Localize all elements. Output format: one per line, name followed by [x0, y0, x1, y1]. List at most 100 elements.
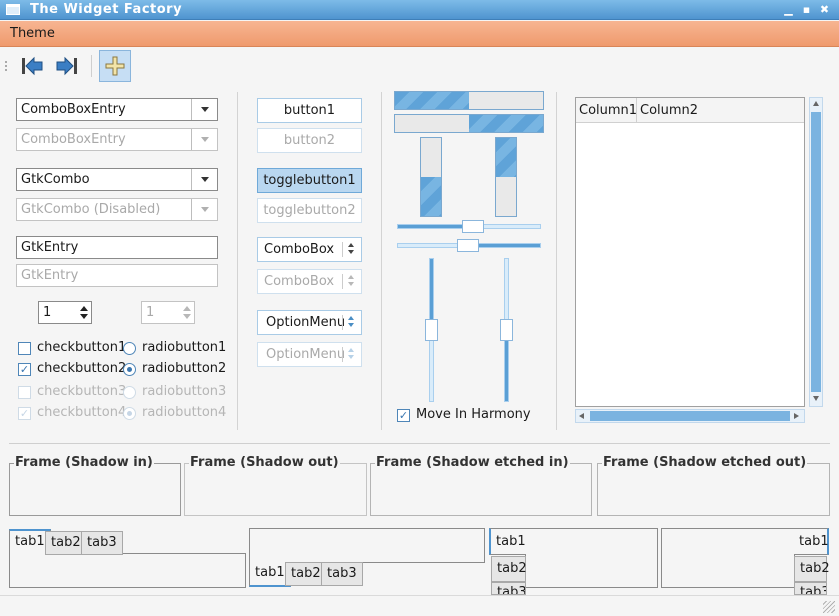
column-separator [381, 92, 382, 430]
hscale-fill [398, 225, 464, 228]
combobox-entry-disabled: ComboBoxEntry [16, 128, 218, 151]
option-menu[interactable]: OptionMenu [257, 310, 362, 335]
notebook-right-tab3[interactable]: tab3 [794, 582, 827, 595]
status-bar [0, 595, 839, 616]
hscale-1-slider[interactable] [462, 220, 484, 233]
notebook-bottom-tab3[interactable]: tab3 [321, 562, 363, 586]
combobox-disabled-text: ComboBox [264, 274, 335, 289]
button1[interactable]: button1 [257, 98, 362, 123]
column-header-2[interactable]: Column2 [637, 98, 804, 123]
close-icon[interactable]: ✖ [818, 3, 831, 16]
gtk-combo-text: GtkCombo [21, 172, 90, 187]
add-button[interactable] [99, 50, 131, 82]
gtk-combo-disabled-text: GtkCombo (Disabled) [21, 202, 161, 217]
column-separator [556, 92, 557, 430]
frame-shadow-etched-in: Frame (Shadow etched in) [370, 455, 592, 516]
frame-shadow-etched-in-label: Frame (Shadow etched in) [375, 455, 570, 470]
scroll-down-icon[interactable] [813, 396, 819, 401]
spin-button-disabled-value: 1 [146, 305, 155, 320]
gtk-entry[interactable]: GtkEntry [16, 236, 218, 259]
resize-grip-icon[interactable] [823, 601, 835, 613]
progress-bar-fill [395, 92, 469, 109]
combobox-disabled: ComboBox [257, 269, 362, 294]
scroll-left-icon[interactable] [579, 413, 584, 419]
column-header-1[interactable]: Column1 [576, 98, 637, 123]
toolbar-separator [91, 55, 92, 77]
radiobutton2-label[interactable]: radiobutton2 [142, 361, 226, 376]
spin-button[interactable]: 1 [38, 301, 92, 324]
go-last-button[interactable] [51, 50, 83, 82]
menu-theme[interactable]: Theme [10, 26, 55, 41]
vertical-scrollbar-thumb[interactable] [811, 112, 821, 392]
gtk-combo[interactable]: GtkCombo [16, 168, 218, 191]
checkbutton3-box [18, 386, 31, 399]
window-icon[interactable] [6, 4, 20, 15]
go-first-icon [22, 56, 43, 76]
maximize-icon[interactable]: ▪ [800, 3, 813, 16]
combobox[interactable]: ComboBox [257, 237, 362, 262]
notebook-left-page [525, 528, 658, 588]
notebook-right-page [661, 528, 795, 588]
gtk-entry-disabled: GtkEntry [16, 264, 218, 287]
hscale-fill [474, 244, 540, 247]
spin-up-icon[interactable] [80, 306, 88, 311]
spin-down-icon [183, 314, 191, 319]
minimize-icon[interactable]: ▁ [782, 3, 795, 16]
notebook-left-tab1[interactable]: tab1 [489, 528, 526, 555]
scroll-right-icon[interactable] [794, 413, 799, 419]
notebook-left-tab3[interactable]: tab3 [491, 582, 526, 595]
checkbutton1-box[interactable] [18, 342, 31, 355]
checkbutton3-label: checkbutton3 [37, 384, 127, 399]
move-in-harmony-checkbox[interactable]: ✓ [397, 409, 410, 422]
progress-bar-fill [469, 115, 543, 132]
horizontal-scrollbar-thumb[interactable] [590, 411, 790, 421]
vscale-1-slider[interactable] [425, 319, 438, 341]
chevron-down-icon [191, 199, 217, 220]
notebook-top-tab3[interactable]: tab3 [81, 531, 123, 555]
progress-bar-rtl [394, 114, 544, 133]
combobox-separator [342, 274, 343, 289]
vscale-2-slider[interactable] [500, 319, 513, 341]
radiobutton2-circle[interactable] [123, 363, 136, 376]
frame-shadow-in-label: Frame (Shadow in) [14, 455, 154, 470]
togglebutton1[interactable]: togglebutton1 [257, 168, 362, 193]
option-menu-text: OptionMenu [266, 315, 346, 330]
combobox-entry[interactable]: ComboBoxEntry [16, 98, 218, 121]
go-first-button[interactable] [16, 50, 48, 82]
checkbutton2-label[interactable]: checkbutton2 [37, 361, 126, 376]
notebook-top-page [9, 553, 246, 588]
chevron-down-icon[interactable] [191, 169, 217, 190]
spin-down-icon[interactable] [80, 314, 88, 319]
move-in-harmony-label[interactable]: Move In Harmony [416, 407, 531, 422]
option-menu-disabled-text: OptionMenu [266, 347, 346, 362]
tree-view[interactable]: Column1 Column2 [575, 97, 805, 407]
frame-shadow-out-label: Frame (Shadow out) [189, 455, 340, 470]
notebook-right-tab2[interactable]: tab2 [794, 556, 830, 582]
spin-button-value: 1 [43, 305, 52, 320]
option-menu-disabled: OptionMenu [257, 342, 362, 367]
updown-arrows-icon [348, 275, 355, 287]
updown-arrows-icon [348, 348, 355, 360]
frame-shadow-out: Frame (Shadow out) [184, 455, 367, 516]
notebook-bottom-page [249, 528, 485, 563]
frame-shadow-etched-out: Frame (Shadow etched out) [597, 455, 830, 516]
menu-bar: Theme [0, 21, 839, 47]
go-last-icon [56, 56, 77, 76]
toolbar-grip[interactable] [5, 61, 9, 71]
scroll-up-icon[interactable] [813, 101, 819, 106]
combobox-entry-text: ComboBoxEntry [21, 102, 126, 117]
checkbutton2-box[interactable]: ✓ [18, 363, 31, 376]
radiobutton1-label[interactable]: radiobutton1 [142, 340, 226, 355]
progress-bar-fill [496, 138, 516, 177]
gtk-combo-disabled: GtkCombo (Disabled) [16, 198, 218, 221]
vertical-scrollbar[interactable] [809, 97, 823, 407]
chevron-down-icon[interactable] [191, 99, 217, 120]
hscale-2-slider[interactable] [457, 239, 479, 252]
checkbutton1-label[interactable]: checkbutton1 [37, 340, 126, 355]
spin-up-icon [183, 306, 191, 311]
horizontal-scrollbar[interactable] [575, 409, 805, 423]
notebook-left-tab2[interactable]: tab2 [491, 556, 527, 582]
notebook-right-tab1[interactable]: tab1 [794, 528, 829, 555]
radiobutton1-circle[interactable] [123, 342, 136, 355]
radiobutton3-label: radiobutton3 [142, 384, 227, 399]
